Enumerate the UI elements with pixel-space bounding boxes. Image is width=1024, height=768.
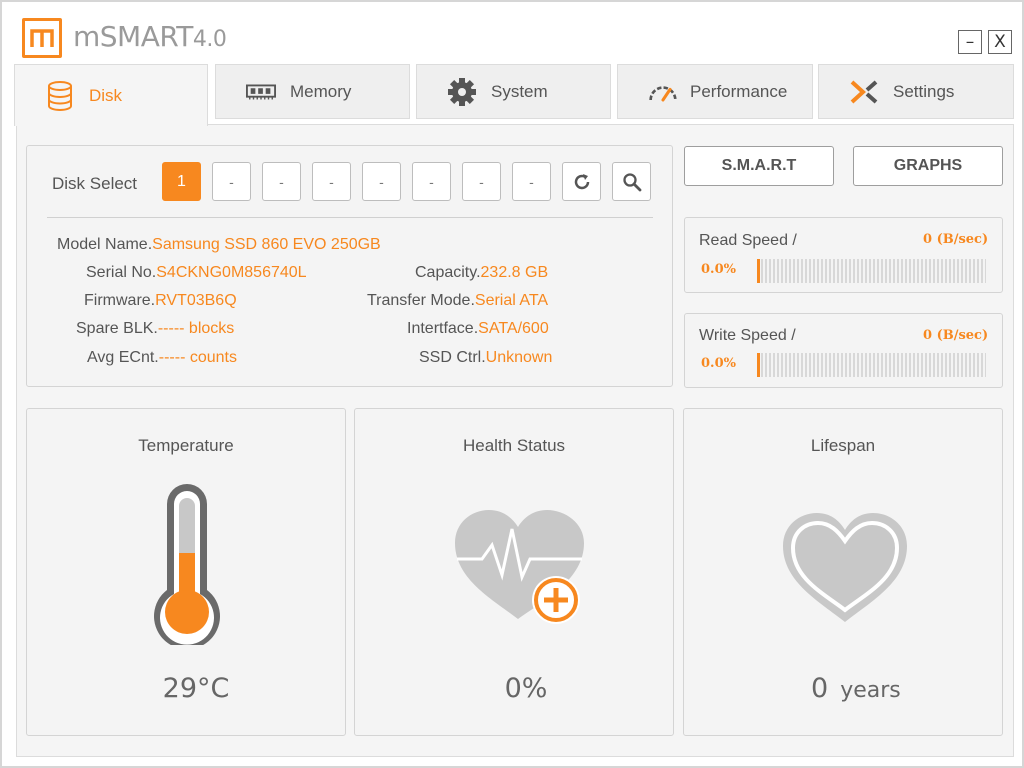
spare-blk-row: Spare BLK.----- blocks (76, 320, 235, 337)
app-title: mSMART4.0 (73, 20, 227, 53)
read-speed-value: 0 (B/sec) (923, 232, 989, 247)
app-logo (22, 18, 62, 58)
temperature-title: Temperature (138, 436, 234, 455)
ssd-ctrl-row: SSD Ctrl.Unknown (419, 349, 553, 366)
capacity-value: 232.8 GB (480, 264, 549, 281)
tab-settings-label: Settings (893, 81, 955, 101)
app-window: mSMART4.0 – X Disk Memory System Perform… (0, 0, 1024, 768)
tab-disk-label: Disk (89, 85, 123, 105)
divider (47, 217, 653, 218)
speedometer-icon (648, 77, 678, 107)
settings-x-icon (849, 77, 879, 107)
temperature-value: 29°C (162, 673, 230, 704)
read-speed-fill (757, 259, 760, 283)
refresh-icon (574, 173, 589, 189)
disk-select-label: Disk Select (52, 174, 138, 193)
memory-chip-icon (246, 77, 276, 107)
write-speed-percent: 0.0% (701, 356, 736, 371)
disk-button-2[interactable]: - (212, 162, 251, 201)
lifespan-value: 0 years (811, 673, 901, 704)
tab-settings[interactable]: Settings (818, 64, 1014, 119)
disk-button-4[interactable]: - (312, 162, 351, 201)
write-speed-bar (757, 353, 986, 377)
disk-button-7[interactable]: - (462, 162, 501, 201)
write-speed-value: 0 (B/sec) (923, 328, 989, 343)
model-name-value: Samsung SSD 860 EVO 250GB (152, 236, 381, 253)
refresh-button[interactable] (562, 162, 601, 201)
disk-button-3[interactable]: - (262, 162, 301, 201)
tab-system-label: System (491, 81, 548, 101)
transfer-mode-row: Transfer Mode.Serial ATA (367, 292, 549, 309)
thermometer-icon (154, 484, 220, 645)
ssd-ctrl-value: Unknown (485, 349, 553, 366)
gear-icon (447, 77, 477, 107)
heart-icon (783, 513, 907, 622)
graphs-button[interactable]: GRAPHS (853, 146, 1003, 186)
close-button[interactable]: X (988, 30, 1012, 54)
spare-blk-value: ----- blocks (157, 320, 235, 337)
avg-ecnt-row: Avg ECnt.----- counts (87, 349, 237, 366)
model-name-row: Model Name.Samsung SSD 860 EVO 250GB (57, 236, 381, 253)
read-speed-bar (757, 259, 986, 283)
health-status-value: 0% (504, 673, 548, 704)
interface-row: Intertface.SATA/600 (407, 320, 549, 337)
search-button[interactable] (612, 162, 651, 201)
write-speed-label: Write Speed / (699, 327, 796, 344)
tab-memory[interactable]: Memory (215, 64, 410, 119)
read-speed-percent: 0.0% (701, 262, 736, 277)
search-icon (622, 172, 641, 191)
disk-button-1[interactable]: 1 (162, 162, 201, 201)
health-status-title: Health Status (462, 436, 566, 455)
tab-system[interactable]: System (416, 64, 611, 119)
serial-no-row: Serial No.S4CKNG0M856740L (86, 264, 307, 281)
firmware-row: Firmware.RVT03B6Q (84, 292, 237, 309)
lifespan-title: Lifespan (810, 436, 876, 455)
disk-button-6[interactable]: - (412, 162, 451, 201)
avg-ecnt-value: ----- counts (158, 349, 237, 366)
read-speed-label: Read Speed / (699, 232, 797, 249)
capacity-row: Capacity.232.8 GB (415, 264, 549, 281)
write-speed-fill (757, 353, 760, 377)
firmware-value: RVT03B6Q (155, 292, 237, 309)
disk-button-8[interactable]: - (512, 162, 551, 201)
transfer-mode-value: Serial ATA (474, 292, 549, 309)
serial-no-value: S4CKNG0M856740L (156, 264, 307, 281)
lifespan-unit: years (840, 678, 901, 703)
heart-plus-icon (455, 510, 584, 624)
tab-disk[interactable]: Disk (14, 64, 208, 126)
tab-memory-label: Memory (290, 81, 352, 101)
smart-button[interactable]: S.M.A.R.T (684, 146, 834, 186)
tab-performance[interactable]: Performance (617, 64, 813, 119)
minimize-button[interactable]: – (958, 30, 982, 54)
database-icon (45, 80, 75, 111)
disk-button-5[interactable]: - (362, 162, 401, 201)
interface-value: SATA/600 (478, 320, 549, 337)
tab-performance-label: Performance (690, 81, 788, 101)
